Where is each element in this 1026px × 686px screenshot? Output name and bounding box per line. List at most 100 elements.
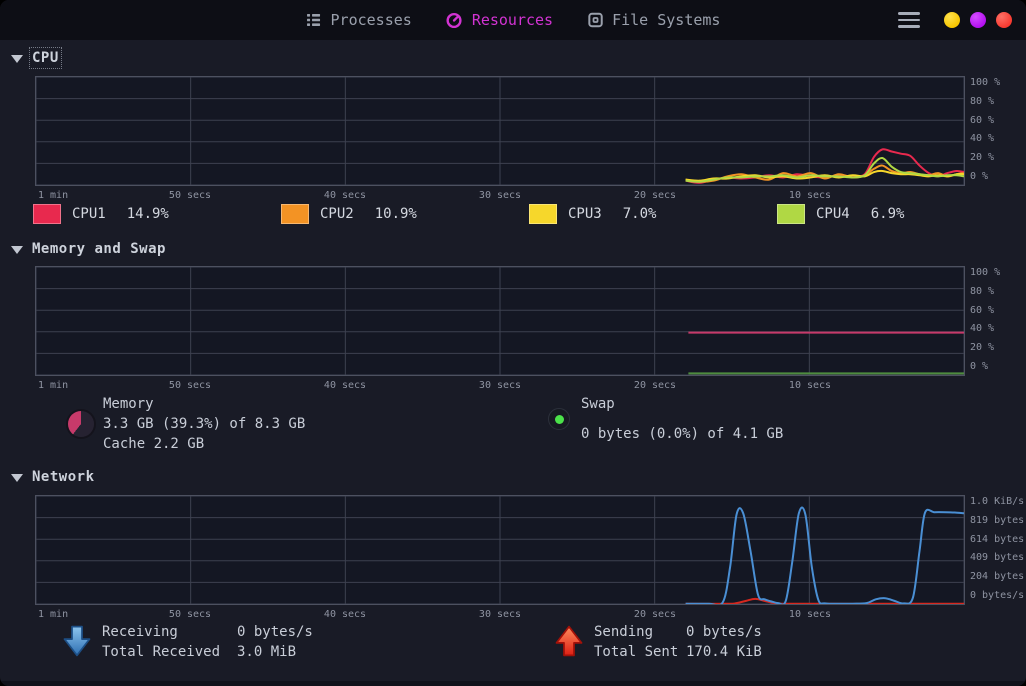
processes-list-icon (306, 12, 322, 28)
file-systems-disk-icon (587, 12, 603, 28)
network-series-receiving (686, 507, 964, 604)
sending-label: Sending (594, 622, 686, 642)
x-axis-label: 50 secs (169, 380, 211, 391)
y-axis-label: 20 % (970, 342, 994, 353)
x-axis-label: 30 secs (479, 609, 521, 620)
menu-hamburger-icon[interactable] (898, 8, 922, 32)
y-axis-label: 204 bytes (970, 571, 1024, 582)
swap-pie-icon (548, 408, 570, 430)
tab-processes[interactable]: Processes (306, 11, 412, 29)
x-axis-label: 40 secs (324, 609, 366, 620)
minimize-button[interactable] (944, 12, 960, 28)
x-axis-label: 50 secs (169, 609, 211, 620)
close-button[interactable] (996, 12, 1012, 28)
y-axis-label: 60 % (970, 115, 994, 126)
cpu-section-title: CPU (32, 50, 59, 66)
cpu3-value: 7.0% (623, 206, 657, 222)
y-axis-label: 100 % (970, 77, 1000, 88)
x-axis-label: 1 min (38, 380, 68, 391)
y-axis-label: 409 bytes (970, 552, 1024, 563)
tab-file-systems[interactable]: File Systems (587, 11, 720, 29)
network-chart-x-axis: 1 min 50 secs 40 secs 30 secs 20 secs 10 secs (35, 609, 965, 622)
y-axis-label: 100 % (970, 267, 1000, 278)
memory-chart-x-axis: 1 min 50 secs 40 secs 30 secs 20 secs 10 secs (35, 380, 965, 393)
total-sent-value: 170.4 KiB (686, 642, 762, 662)
y-axis-label: 40 % (970, 323, 994, 334)
x-axis-label: 20 secs (634, 609, 676, 620)
cpu3-legend-item: CPU3 7.0% (529, 204, 777, 224)
x-axis-label: 1 min (38, 190, 68, 201)
x-axis-label: 30 secs (479, 190, 521, 201)
x-axis-label: 20 secs (634, 380, 676, 391)
receiving-legend-item: Receiving 0 bytes/s Total Received 3.0 M… (62, 622, 313, 662)
total-received-value: 3.0 MiB (237, 642, 313, 662)
cpu4-legend-item: CPU4 6.9% (777, 204, 1025, 224)
titlebar: Processes Resources File (0, 0, 1026, 40)
y-axis-label: 614 bytes (970, 534, 1024, 545)
memory-legend-item: Memory 3.3 GB (39.3%) of 8.3 GB Cache 2.… (68, 394, 305, 454)
maximize-button[interactable] (970, 12, 986, 28)
swap-legend-item: Swap 0 bytes (0.0%) of 4.1 GB (548, 394, 783, 444)
cpu2-label: CPU2 (320, 206, 354, 222)
download-arrow-icon (62, 624, 92, 662)
x-axis-label: 20 secs (634, 190, 676, 201)
y-axis-label: 819 bytes (970, 515, 1024, 526)
x-axis-label: 40 secs (324, 380, 366, 391)
window-controls (898, 8, 1012, 32)
chevron-down-icon[interactable] (11, 55, 23, 63)
chevron-down-icon[interactable] (11, 474, 23, 482)
network-chart (35, 495, 965, 605)
swap-usage: 0 bytes (0.0%) of 4.1 GB (581, 424, 783, 444)
receiving-rate: 0 bytes/s (237, 622, 313, 642)
cpu1-color-swatch (33, 204, 61, 224)
cpu-chart (35, 76, 965, 186)
y-axis-label: 20 % (970, 152, 994, 163)
tab-label: File Systems (612, 11, 720, 29)
x-axis-label: 10 secs (789, 609, 831, 620)
cpu4-value: 6.9% (871, 206, 905, 222)
cpu-legend: CPU1 14.9% CPU2 10.9% CPU3 7.0% CPU4 6.9… (33, 204, 1025, 224)
network-section-header[interactable]: Network (11, 469, 95, 485)
memory-label: Memory (103, 394, 305, 414)
total-sent-label: Total Sent (594, 642, 686, 662)
cpu-chart-x-axis: 1 min50 secs40 secs30 secs20 secs10 secs (35, 190, 965, 203)
tab-label: Resources (472, 11, 553, 29)
memory-section-header[interactable]: Memory and Swap (11, 241, 166, 257)
memory-cache: Cache 2.2 GB (103, 434, 305, 454)
system-monitor-window: Processes Resources File (0, 0, 1026, 686)
x-axis-label: 30 secs (479, 380, 521, 391)
x-axis-label: 1 min (38, 609, 68, 620)
cpu4-label: CPU4 (816, 206, 850, 222)
cpu-section-header[interactable]: CPU (11, 50, 59, 66)
y-axis-label: 80 % (970, 286, 994, 297)
cpu-chart-y-axis: 100 % 80 % 60 % 40 % 20 % 0 % (970, 77, 1026, 189)
y-axis-label: 0 % (970, 171, 988, 182)
y-axis-label: 80 % (970, 96, 994, 107)
cpu2-value: 10.9% (375, 206, 417, 222)
cpu1-label: CPU1 (72, 206, 106, 222)
cpu3-color-swatch (529, 204, 557, 224)
chevron-down-icon[interactable] (11, 246, 23, 254)
cpu2-color-swatch (281, 204, 309, 224)
receiving-label: Receiving (102, 622, 237, 642)
cpu3-label: CPU3 (568, 206, 602, 222)
view-tabs: Processes Resources File (306, 11, 721, 29)
memory-usage: 3.3 GB (39.3%) of 8.3 GB (103, 414, 305, 434)
y-axis-label: 1.0 KiB/s (970, 496, 1024, 507)
cpu-section: CPU 1 min50 secs40 secs30 secs20 secs10 … (0, 40, 1026, 237)
resources-gauge-icon (446, 12, 463, 29)
cpu4-color-swatch (777, 204, 805, 224)
tab-resources[interactable]: Resources (446, 11, 553, 29)
tab-label: Processes (331, 11, 412, 29)
x-axis-label: 10 secs (789, 380, 831, 391)
swap-label: Swap (581, 394, 783, 414)
y-axis-label: 0 bytes/s (970, 590, 1024, 601)
upload-arrow-icon (554, 624, 584, 662)
sending-legend-item: Sending 0 bytes/s Total Sent 170.4 KiB (554, 622, 762, 662)
memory-pie-icon (68, 411, 94, 437)
window-bottom-edge (0, 681, 1026, 686)
x-axis-label: 50 secs (169, 190, 211, 201)
y-axis-label: 60 % (970, 305, 994, 316)
y-axis-label: 40 % (970, 133, 994, 144)
x-axis-label: 10 secs (789, 190, 831, 201)
